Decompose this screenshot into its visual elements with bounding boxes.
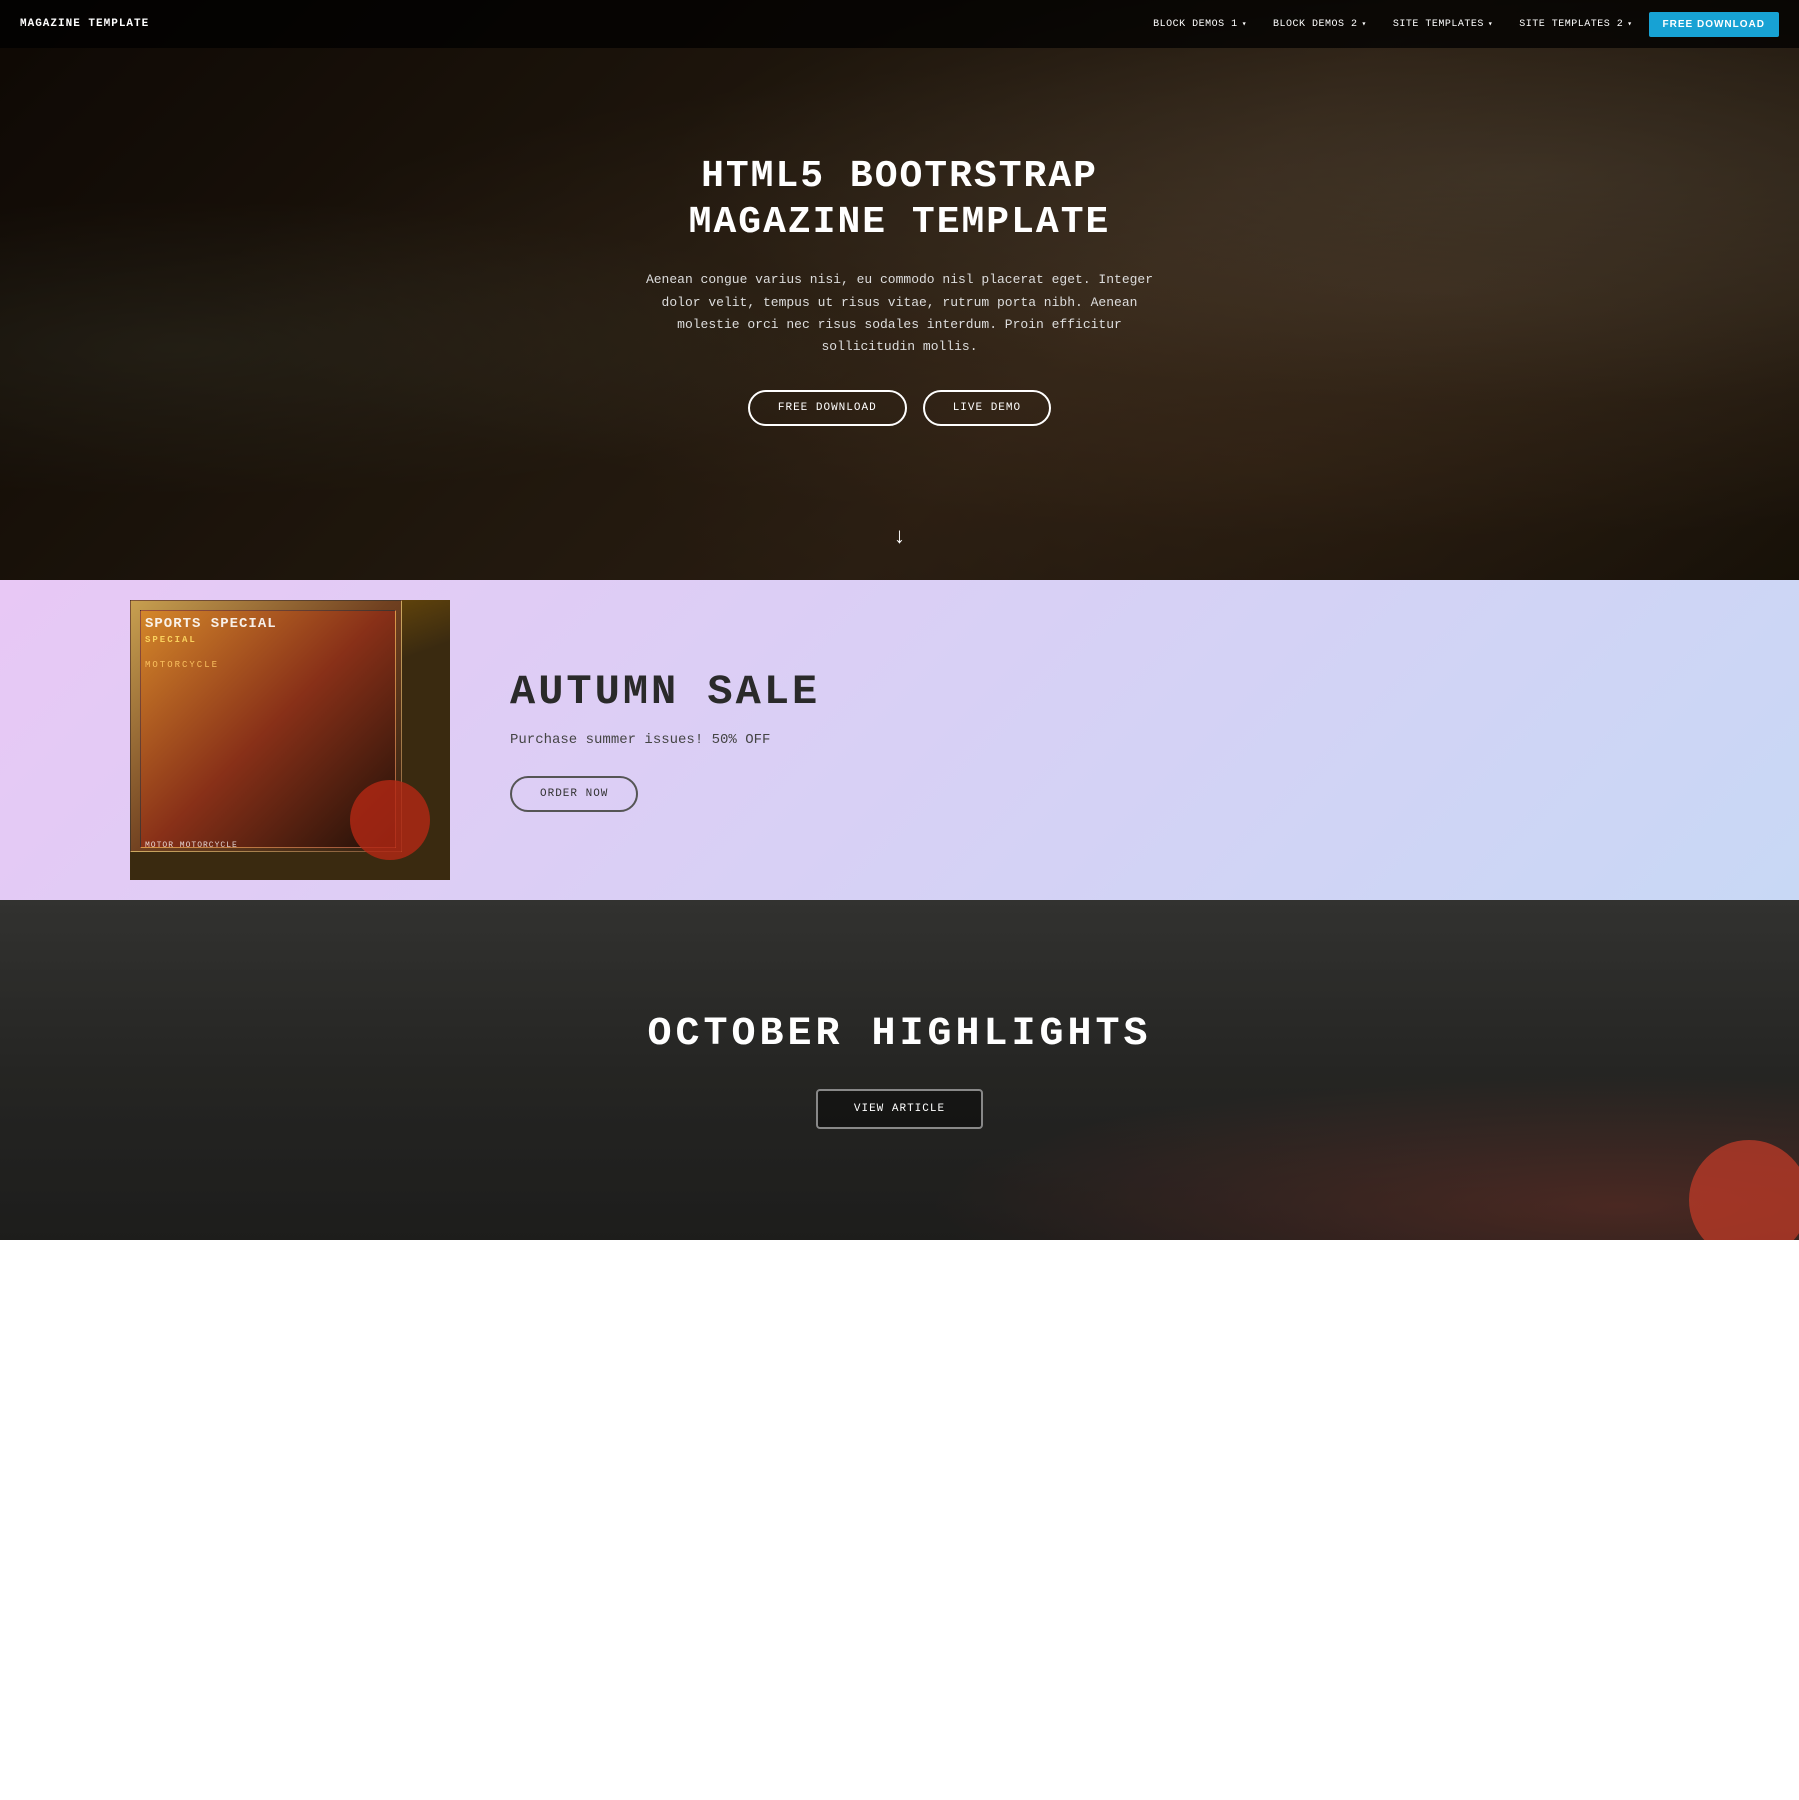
october-content: OCTOBER HIGHLIGHTS VIEW ARTICLE — [627, 972, 1171, 1169]
autumn-sale-title: AUTUMN SALE — [510, 668, 1739, 716]
navbar: MAGAZINE TEMPLATE BLOCK DEMOS 1 ▾ BLOCK … — [0, 0, 1799, 48]
navbar-links: BLOCK DEMOS 1 ▾ BLOCK DEMOS 2 ▾ SITE TEM… — [1143, 12, 1779, 37]
chevron-down-icon: ▾ — [1242, 19, 1247, 29]
october-highlights-section: OCTOBER HIGHLIGHTS VIEW ARTICLE — [0, 900, 1799, 1240]
autumn-sale-section: SPORTS SPECIAL SPECIAL MOTORCYCLE MOTOR … — [0, 580, 1799, 900]
magazine-sub-text: MOTORCYCLE — [145, 660, 219, 670]
october-title: OCTOBER HIGHLIGHTS — [647, 1012, 1151, 1057]
nav-free-download-button[interactable]: FREE DOWNLOAD — [1649, 12, 1779, 37]
hero-buttons: FREE DOWNLOAD LIVE DEMO — [640, 390, 1160, 426]
hero-description: Aenean congue varius nisi, eu commodo ni… — [640, 269, 1160, 357]
hero-content: HTML5 BOOTRSTRAP MAGAZINE TEMPLATE Aenea… — [620, 134, 1180, 446]
nav-link-block-demos-2[interactable]: BLOCK DEMOS 2 ▾ — [1263, 13, 1377, 36]
magazine-bottom-label: MOTOR MOTORCYCLE — [145, 841, 238, 850]
chevron-down-icon: ▾ — [1627, 19, 1632, 29]
magazine-title-text: SPORTS SPECIAL SPECIAL — [145, 615, 277, 647]
nav-link-block-demos-1[interactable]: BLOCK DEMOS 1 ▾ — [1143, 13, 1257, 36]
chevron-down-icon: ▾ — [1488, 19, 1493, 29]
scroll-down-icon[interactable]: ↓ — [893, 525, 906, 550]
autumn-magazine-image: SPORTS SPECIAL SPECIAL MOTORCYCLE MOTOR … — [130, 600, 450, 880]
hero-live-demo-button[interactable]: LIVE DEMO — [923, 390, 1051, 426]
hero-title: HTML5 BOOTRSTRAP MAGAZINE TEMPLATE — [640, 154, 1160, 245]
autumn-sale-subtitle: Purchase summer issues! 50% OFF — [510, 732, 1739, 748]
nav-link-site-templates-2[interactable]: SITE TEMPLATES 2 ▾ — [1509, 13, 1642, 36]
hero-section: HTML5 BOOTRSTRAP MAGAZINE TEMPLATE Aenea… — [0, 0, 1799, 580]
order-now-button[interactable]: ORDER NOW — [510, 776, 638, 812]
autumn-sale-content: AUTUMN SALE Purchase summer issues! 50% … — [450, 580, 1799, 900]
navbar-brand[interactable]: MAGAZINE TEMPLATE — [20, 18, 149, 30]
chevron-down-icon: ▾ — [1362, 19, 1367, 29]
magazine-red-circle — [350, 780, 430, 860]
view-article-button[interactable]: VIEW ARTICLE — [816, 1089, 983, 1129]
nav-link-site-templates-1[interactable]: SITE TEMPLATES ▾ — [1383, 13, 1503, 36]
hero-free-download-button[interactable]: FREE DOWNLOAD — [748, 390, 907, 426]
